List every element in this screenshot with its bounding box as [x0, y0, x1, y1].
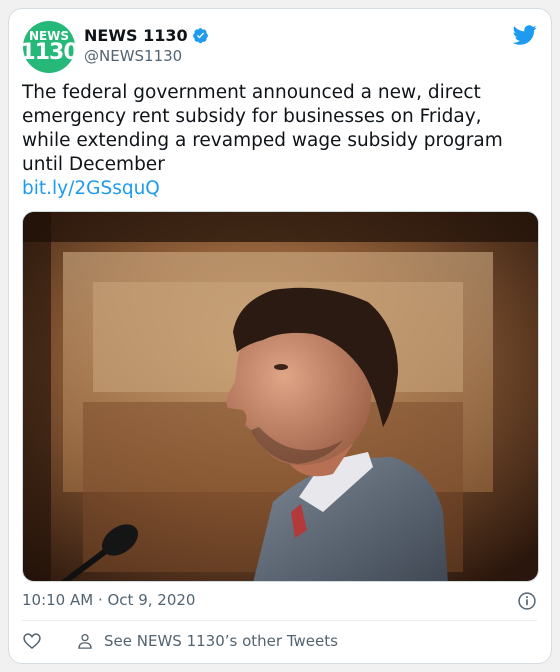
see-other-tweets-link[interactable]: See NEWS 1130’s other Tweets: [104, 632, 338, 650]
divider: [22, 620, 537, 621]
handle[interactable]: @NEWS1130: [84, 47, 182, 65]
verified-badge-icon: [192, 28, 208, 44]
tweet-link[interactable]: bit.ly/2GSsquQ: [22, 177, 532, 201]
avatar-text-line2: 1130: [23, 40, 75, 65]
heart-icon[interactable]: [22, 631, 42, 651]
photo-illustration: [23, 212, 538, 581]
tweet-text: The federal government announced a new, …: [22, 81, 532, 201]
tweet-timestamp[interactable]: 10:10 AM · Oct 9, 2020: [22, 591, 195, 609]
tweet-media-image[interactable]: [22, 211, 539, 582]
tweet-card: NEWS 1130 NEWS 1130 @NEWS1130 The federa…: [8, 8, 552, 664]
twitter-bird-icon[interactable]: [513, 23, 537, 47]
action-bar: See NEWS 1130’s other Tweets: [22, 629, 338, 653]
person-icon[interactable]: [76, 632, 94, 650]
display-name-text: NEWS 1130: [84, 26, 188, 45]
info-icon[interactable]: [517, 591, 537, 611]
display-name[interactable]: NEWS 1130: [84, 26, 209, 45]
tweet-body: The federal government announced a new, …: [22, 82, 503, 175]
avatar[interactable]: NEWS 1130: [23, 21, 75, 73]
